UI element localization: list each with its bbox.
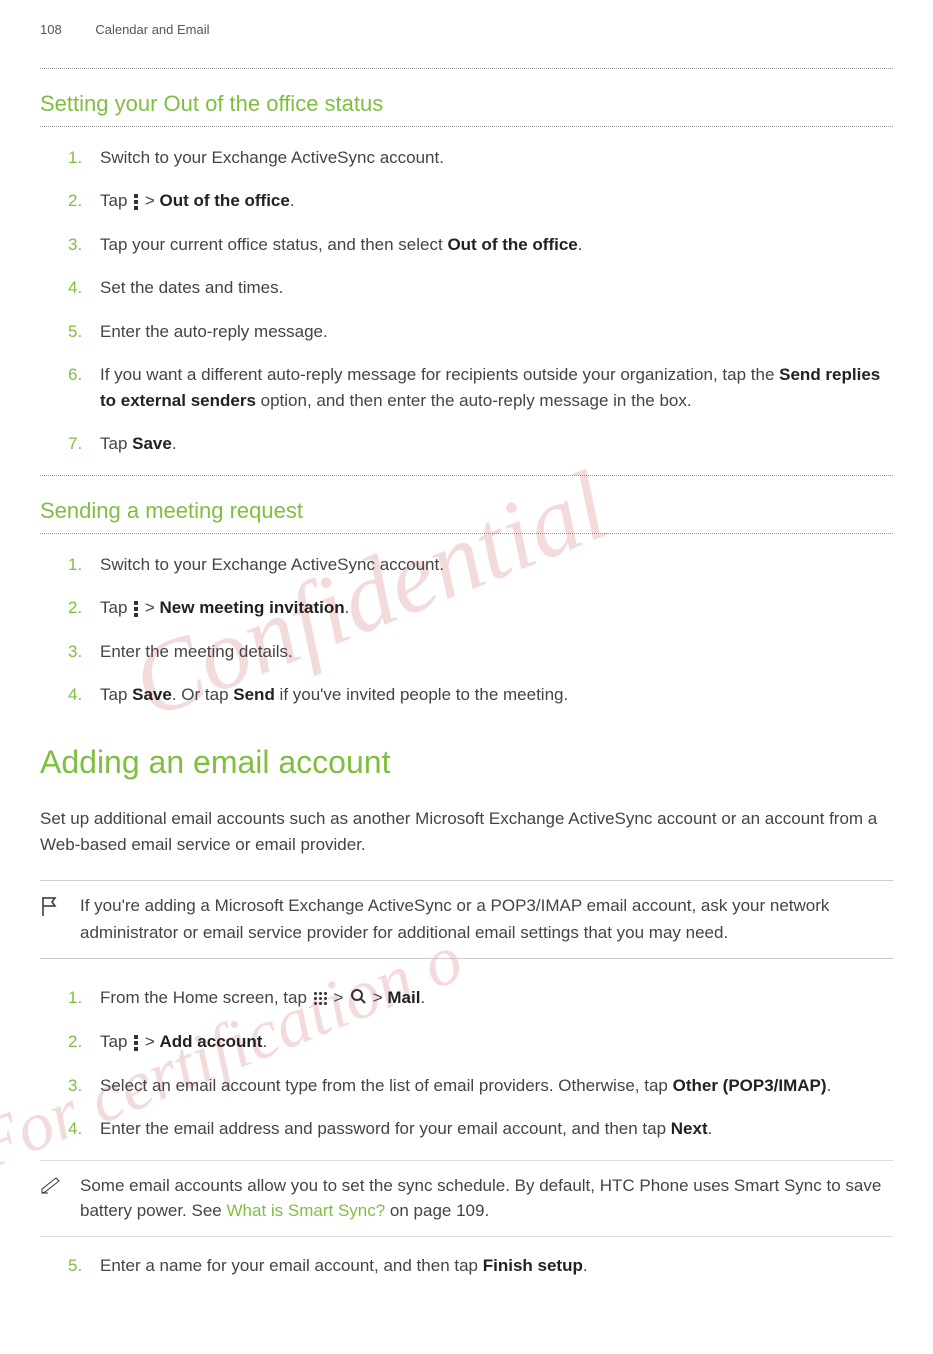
step-3: Select an email account type from the li… [100,1073,893,1099]
divider [40,533,893,534]
step-5: Enter the auto-reply message. [100,319,893,345]
step-3: Tap your current office status, and then… [100,232,893,258]
step-1: Switch to your Exchange ActiveSync accou… [100,145,893,171]
section-title-out-of-office: Setting your Out of the office status [40,87,893,120]
page-header: 108 Calendar and Email [40,20,893,40]
steps-add-email: From the Home screen, tap > > Mail. Tap … [40,985,893,1142]
step-7: Tap Save. [100,431,893,457]
step-1: Switch to your Exchange ActiveSync accou… [100,552,893,578]
apps-icon [314,992,327,1005]
section-title-meeting-request: Sending a meeting request [40,494,893,527]
pen-icon [40,1175,64,1203]
step-4: Tap Save. Or tap Send if you've invited … [100,682,893,708]
menu-icon [134,601,138,617]
steps-add-email-cont: Enter a name for your email account, and… [40,1253,893,1279]
heading-adding-email: Adding an email account [40,738,893,786]
page-number: 108 [40,22,62,37]
divider [40,475,893,476]
step-4: Set the dates and times. [100,275,893,301]
tip-box: Some email accounts allow you to set the… [40,1160,893,1237]
chapter-title: Calendar and Email [95,22,209,37]
divider [40,68,893,69]
step-2: Tap > Out of the office. [100,188,893,214]
search-icon [350,986,366,1012]
info-box: If you're adding a Microsoft Exchange Ac… [40,880,893,959]
step-5: Enter a name for your email account, and… [100,1253,893,1279]
divider [40,126,893,127]
intro-paragraph: Set up additional email accounts such as… [40,806,893,859]
step-4: Enter the email address and password for… [100,1116,893,1142]
steps-out-of-office: Switch to your Exchange ActiveSync accou… [40,145,893,457]
step-3: Enter the meeting details. [100,639,893,665]
step-6: If you want a different auto-reply messa… [100,362,893,413]
flag-icon [40,895,60,925]
step-2: Tap > New meeting invitation. [100,595,893,621]
menu-icon [134,194,138,210]
steps-meeting-request: Switch to your Exchange ActiveSync accou… [40,552,893,708]
link-smart-sync[interactable]: What is Smart Sync? [226,1201,385,1220]
step-2: Tap > Add account. [100,1029,893,1055]
menu-icon [134,1035,138,1051]
step-1: From the Home screen, tap > > Mail. [100,985,893,1011]
